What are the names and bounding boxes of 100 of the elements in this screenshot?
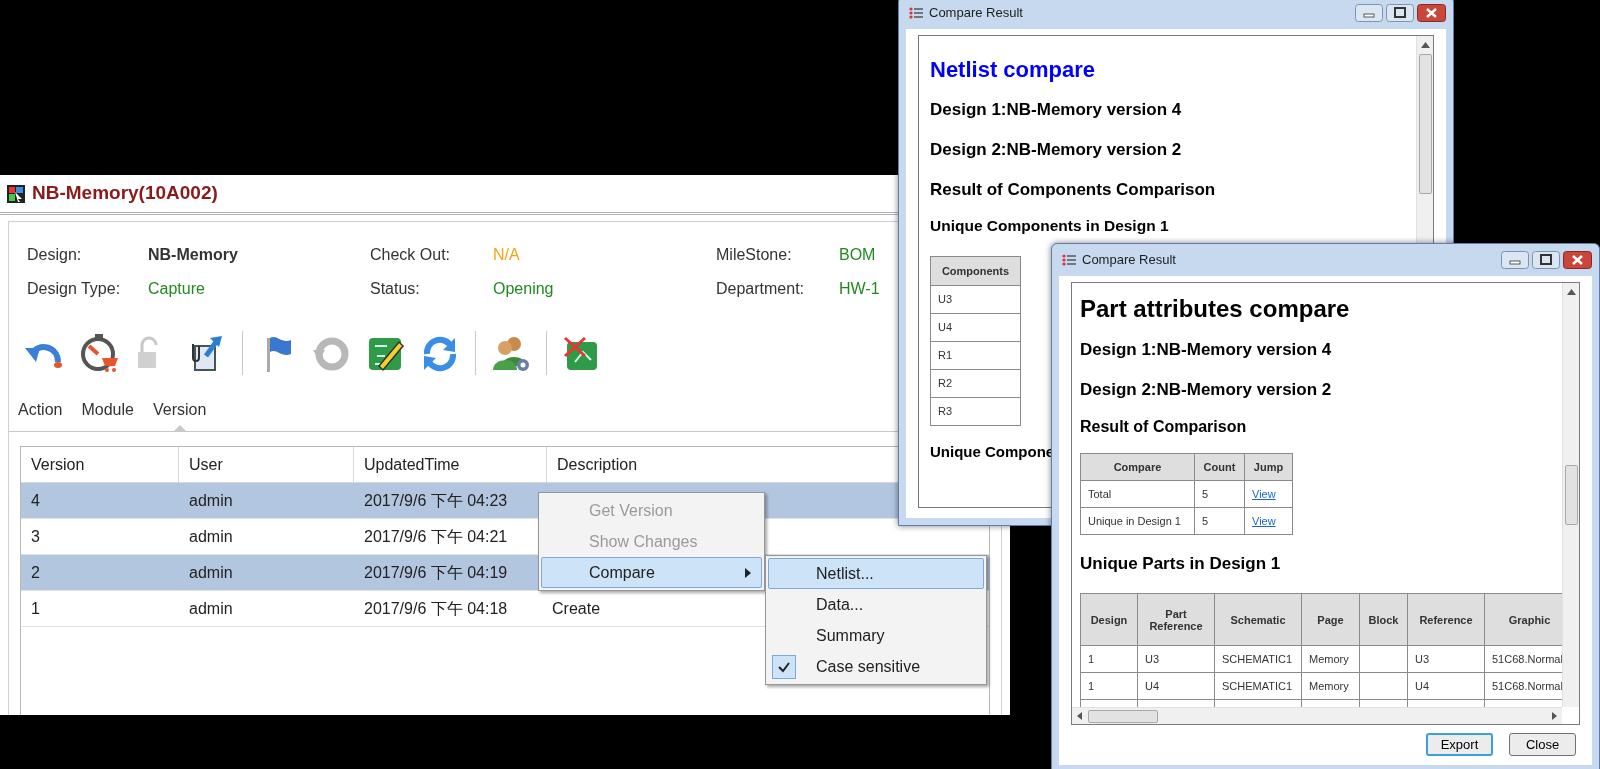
menu-item[interactable]: Compare (541, 557, 762, 588)
design-line: Design 1:NB-Memory version 4 (930, 99, 1182, 121)
column-header[interactable]: UpdatedTime (353, 447, 546, 482)
table-cell: 51C68.Normal (1492, 679, 1562, 692)
scroll-thumb[interactable] (1088, 709, 1158, 723)
menu-item[interactable]: Data... (768, 589, 984, 620)
scroll-right-icon[interactable] (1552, 712, 1557, 720)
table-cell: 5 (1194, 507, 1245, 535)
field-value: BOM (839, 245, 876, 265)
table-cell: U4 (930, 313, 1021, 342)
table-cell-text: 4 (31, 490, 40, 511)
table-cell-text: admin (189, 562, 233, 583)
field-label: Department: (716, 279, 806, 299)
field-label: Status: (370, 279, 421, 299)
table-cell-text: Create (552, 598, 601, 619)
table-cell: U4 (1145, 679, 1160, 692)
table-cell: 1 (1088, 679, 1095, 692)
table-cell: Unique in Design 1 (1080, 507, 1195, 535)
table-cell-text: 2 (31, 562, 40, 583)
tab[interactable]: Action (18, 397, 63, 431)
section-title: Unique Parts in Design 1 (1080, 553, 1281, 575)
table-cell: R3 (930, 397, 1021, 426)
column-header[interactable]: Version (21, 447, 178, 482)
table-cell-text: 2017/9/6 下午 04:19 (364, 562, 508, 583)
table-cell-text: 1 (31, 598, 40, 619)
table-cell: U3 (930, 285, 1021, 314)
table-cell: SCHEMATIC1 (1222, 652, 1293, 665)
table-cell-text: admin (189, 490, 233, 511)
list-icon (909, 7, 923, 19)
field-value: NB-Memory (148, 245, 238, 265)
column-header: Count (1194, 453, 1245, 481)
scrollbar[interactable] (1562, 283, 1579, 707)
dialog-title: Compare Result (929, 4, 1024, 23)
table-cell: U4 (1415, 679, 1430, 692)
section-title: Unique Components in Design 1 (930, 216, 1169, 236)
field-value: N/A (493, 245, 520, 265)
field-label: Check Out: (370, 245, 452, 265)
table-cell: Memory (1309, 652, 1349, 665)
section-title: Result of Components Comparison (930, 179, 1216, 201)
table-cell: 1 (1088, 652, 1095, 665)
table-cell: U3 (1145, 652, 1160, 665)
field-label: Design: (27, 245, 83, 265)
list-icon (1062, 254, 1076, 266)
field-value: HW-1 (839, 279, 880, 299)
scroll-thumb[interactable] (1418, 54, 1432, 194)
window-title: NB-Memory(10A002) (32, 181, 218, 206)
column-header: Design (1080, 593, 1138, 646)
stopwatch-icon[interactable] (78, 332, 120, 374)
page-heading: Part attributes compare (1080, 294, 1350, 324)
column-header: Graphic (1484, 593, 1562, 646)
page-heading: Netlist compare (930, 56, 1096, 84)
table-cell: 51C68.Normal (1492, 652, 1562, 665)
tab[interactable]: Version (152, 397, 207, 431)
scroll-up-icon[interactable] (1566, 289, 1576, 295)
close-icon[interactable] (1417, 4, 1446, 22)
column-header: Part Reference (1137, 593, 1215, 646)
table-cell: SCHEMATIC1 (1222, 679, 1293, 692)
table-cell-text: 2017/9/6 下午 04:18 (364, 598, 508, 619)
column-header: Components (930, 256, 1021, 286)
column-header: Schematic (1214, 593, 1302, 646)
scroll-thumb[interactable] (1564, 465, 1578, 525)
table-cell: 5 (1194, 480, 1245, 508)
scroll-up-icon[interactable] (1420, 42, 1430, 48)
design-line: Design 1:NB-Memory version 4 (1080, 339, 1332, 361)
close-icon[interactable] (1563, 251, 1592, 269)
tab[interactable]: Module (81, 397, 134, 431)
menu-item[interactable]: Case sensitive (768, 651, 984, 682)
dialog-button[interactable]: Close (1509, 733, 1576, 756)
field-label: Design Type: (27, 279, 122, 299)
section-title: Result of Comparison (1080, 417, 1247, 437)
column-header: Page (1301, 593, 1360, 646)
table-cell-text: admin (189, 598, 233, 619)
field-value: Opening (493, 279, 554, 299)
column-header: Reference (1407, 593, 1485, 646)
column-header: Compare (1080, 453, 1195, 481)
maximize-icon[interactable] (1386, 4, 1414, 22)
design-line: Design 2:NB-Memory version 2 (1080, 379, 1332, 401)
checkmark-icon (772, 655, 796, 679)
scrollbar[interactable] (1072, 707, 1562, 724)
table-cell: Memory (1309, 679, 1349, 692)
field-value: Capture (148, 279, 205, 299)
column-header[interactable]: User (178, 447, 353, 482)
column-header: Jump (1244, 453, 1293, 481)
table-cell: R1 (930, 341, 1021, 370)
app-icon (6, 183, 26, 204)
menu-item[interactable]: Netlist... (768, 558, 984, 589)
maximize-icon[interactable] (1532, 251, 1560, 269)
table-cell-text: 3 (31, 526, 40, 547)
design-line: Design 2:NB-Memory version 2 (930, 139, 1182, 161)
scroll-left-icon[interactable] (1077, 712, 1082, 720)
dialog-title: Compare Result (1082, 251, 1177, 270)
table-cell-text: admin (189, 526, 233, 547)
table-cell: R2 (930, 369, 1021, 398)
table-cell: Total (1080, 480, 1195, 508)
field-label: MileStone: (716, 245, 793, 265)
table-cell-text: 2017/9/6 下午 04:21 (364, 526, 508, 547)
column-header: Block (1359, 593, 1408, 646)
dialog-button[interactable]: Export (1426, 733, 1493, 756)
table-cell: U3 (1415, 652, 1430, 665)
table-cell-text: 2017/9/6 下午 04:23 (364, 490, 508, 511)
